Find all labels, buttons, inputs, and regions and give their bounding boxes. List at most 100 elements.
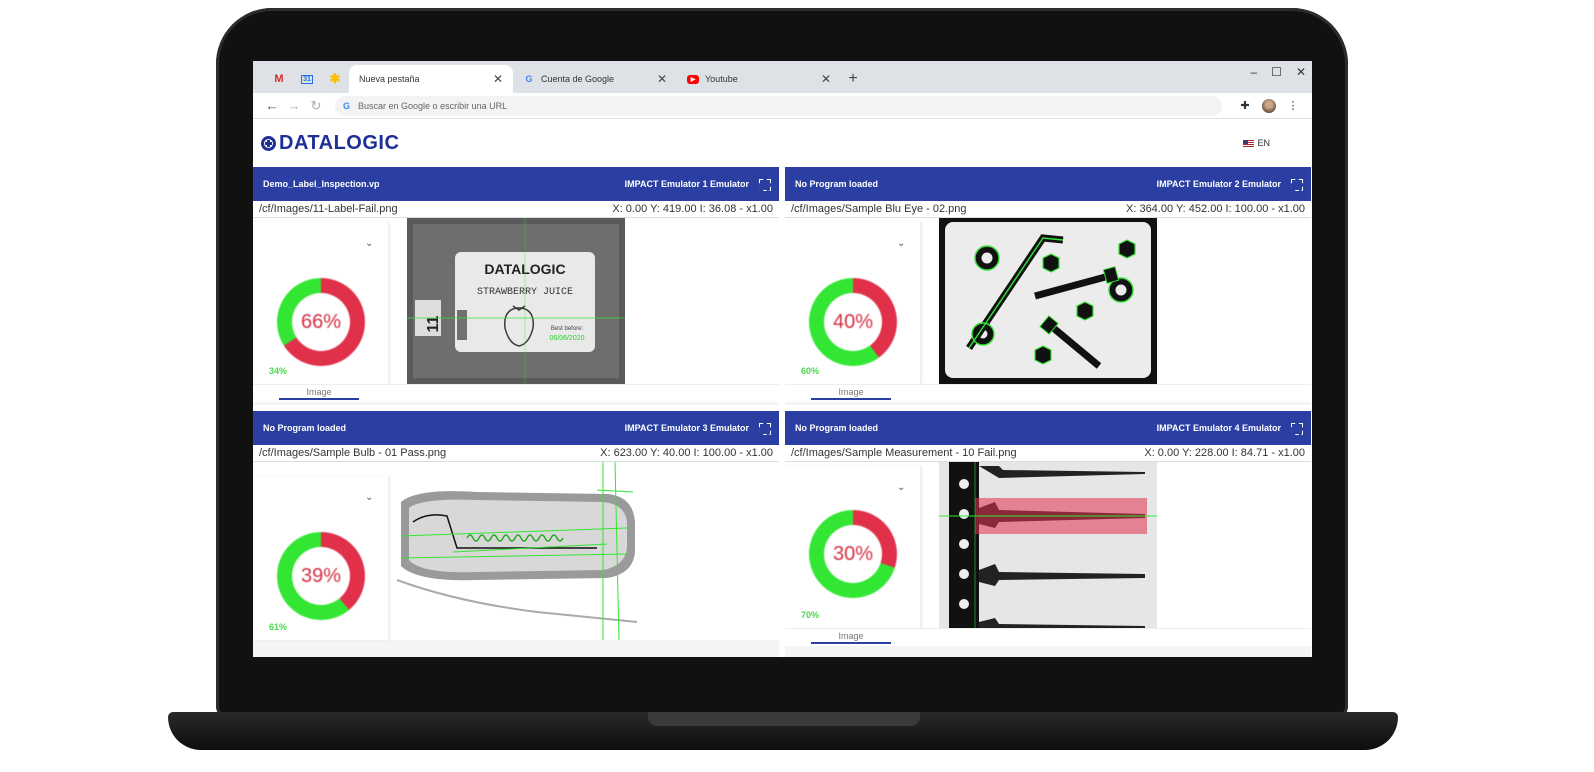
program-name: No Program loaded — [795, 179, 879, 189]
fullscreen-icon[interactable] — [1291, 179, 1301, 189]
profile-avatar[interactable] — [1262, 98, 1276, 113]
inspection-image[interactable] — [939, 462, 1157, 628]
laptop-screen: M 31 ✱ Nueva pestaña ✕ G Cuenta de Googl… — [253, 61, 1312, 657]
address-bar[interactable]: G Buscar en Google o escribir una URL — [335, 95, 1222, 116]
cursor-coords: X: 0.00 Y: 228.00 I: 84.71 - x1.00 — [1144, 447, 1305, 459]
fullscreen-icon[interactable] — [759, 423, 769, 433]
emulator-panel-4: No Program loaded IMPACT Emulator 4 Emul… — [785, 411, 1311, 657]
image-path: /cf/Images/Sample Bulb - 01 Pass.png — [259, 447, 447, 459]
fullscreen-icon[interactable] — [759, 179, 769, 189]
browser-tabbar: M 31 ✱ Nueva pestaña ✕ G Cuenta de Googl… — [253, 61, 1312, 93]
browser-toolbar: ← → ↻ G Buscar en Google o escribir una … — [253, 93, 1312, 119]
statistics-box: ⌄ 40% 60% — [785, 222, 921, 384]
new-tab-button[interactable]: + — [841, 65, 865, 93]
program-name: Demo_Label_Inspection.vp — [263, 179, 380, 189]
label-inspection-image: DATALOGIC STRAWBERRY JUICE Best before: … — [407, 218, 625, 384]
pass-percentage: 70% — [801, 610, 820, 620]
chevron-down-icon[interactable]: ⌄ — [365, 238, 373, 249]
image-path: /cf/Images/11-Label-Fail.png — [259, 203, 398, 215]
image-info-bar: /cf/Images/11-Label-Fail.png X: 0.00 Y: … — [253, 201, 779, 218]
close-icon[interactable]: ✕ — [821, 72, 831, 86]
close-icon[interactable]: ✕ — [657, 72, 667, 86]
language-label: EN — [1257, 138, 1270, 148]
emulator-panel-1: Demo_Label_Inspection.vp IMPACT Emulator… — [253, 167, 779, 405]
emulator-grid: Demo_Label_Inspection.vp IMPACT Emulator… — [253, 167, 1312, 657]
emulator-name: IMPACT Emulator 2 Emulator — [1156, 179, 1281, 189]
forward-icon[interactable]: → — [283, 98, 305, 113]
panel-tab-strip: Image — [253, 384, 779, 402]
photos-pinned-tab[interactable]: ✱ — [321, 65, 349, 93]
panel-body: ⌄ 40% 60% — [785, 218, 1311, 384]
image-path: /cf/Images/Sample Measurement - 10 Fail.… — [791, 447, 1017, 459]
pinwheel-icon: ✱ — [329, 71, 341, 86]
tab-image[interactable]: Image — [811, 631, 891, 644]
us-flag-icon — [1243, 139, 1255, 147]
label-best-before: Best before: — [551, 326, 584, 332]
panel-body: ⌄ 66% 34% DATALOGIC STRAWBERRY JUICE Bes… — [253, 218, 779, 384]
tab-image[interactable]: Image — [279, 387, 359, 400]
app-header: DATALOGIC EN — [253, 119, 1312, 167]
tab-nueva-pestana[interactable]: Nueva pestaña ✕ — [349, 65, 513, 93]
tab-title: Cuenta de Google — [541, 74, 615, 84]
chevron-down-icon[interactable]: ⌄ — [897, 238, 905, 249]
panel-body: ⌄ 30% 70% — [785, 462, 1311, 628]
emulator-name: IMPACT Emulator 1 Emulator — [624, 179, 749, 189]
measurement-inspection-image — [939, 462, 1157, 628]
back-icon[interactable]: ← — [261, 98, 283, 113]
laptop-notch — [648, 712, 920, 726]
fail-percentage: 40% — [824, 293, 882, 351]
tab-title: Youtube — [705, 74, 738, 84]
maximize-icon[interactable]: ☐ — [1271, 65, 1282, 79]
pass-fail-donut: 39% — [277, 532, 365, 620]
program-name: No Program loaded — [263, 423, 347, 433]
gmail-pinned-tab[interactable]: M — [265, 65, 293, 93]
panel-header: No Program loaded IMPACT Emulator 4 Emul… — [785, 411, 1311, 445]
pass-percentage: 34% — [269, 366, 288, 376]
calendar-icon: 31 — [301, 74, 313, 84]
plus-icon: + — [848, 70, 858, 87]
panel-header: No Program loaded IMPACT Emulator 2 Emul… — [785, 167, 1311, 201]
panel-tab-strip: Image — [785, 628, 1311, 646]
bulb-inspection-image — [397, 462, 637, 640]
google-icon: G — [343, 100, 351, 111]
image-path: /cf/Images/Sample Blu Eye - 02.png — [791, 203, 967, 215]
kebab-menu-icon[interactable]: ⋮ — [1282, 99, 1304, 112]
close-icon[interactable]: ✕ — [493, 72, 503, 86]
logo-text: DATALOGIC — [279, 131, 400, 154]
reload-icon[interactable]: ↻ — [305, 98, 327, 114]
tab-cuenta-google[interactable]: G Cuenta de Google ✕ — [513, 65, 677, 93]
inspection-image[interactable] — [397, 462, 637, 640]
image-info-bar: /cf/Images/Sample Blu Eye - 02.png X: 36… — [785, 201, 1311, 218]
statistics-box: ⌄ 30% 70% — [785, 466, 921, 628]
calendar-pinned-tab[interactable]: 31 — [293, 65, 321, 93]
logo-cross-icon — [261, 135, 276, 151]
google-icon: G — [525, 74, 533, 84]
window-controls: – ☐ ✕ — [1250, 65, 1306, 79]
emulator-panel-3: No Program loaded IMPACT Emulator 3 Emul… — [253, 411, 779, 657]
image-info-bar: /cf/Images/Sample Measurement - 10 Fail.… — [785, 445, 1311, 462]
extensions-icon[interactable]: ✚ — [1234, 99, 1256, 112]
tab-image[interactable]: Image — [811, 387, 891, 400]
minimize-icon[interactable]: – — [1250, 65, 1257, 79]
panel-tab-strip: Image — [785, 384, 1311, 402]
panel-header: No Program loaded IMPACT Emulator 3 Emul… — [253, 411, 779, 445]
cursor-coords: X: 623.00 Y: 40.00 I: 100.00 - x1.00 — [600, 447, 773, 459]
parts-inspection-image — [939, 218, 1157, 384]
language-selector[interactable]: EN — [1243, 138, 1270, 148]
youtube-icon: ▶ — [687, 74, 699, 84]
cursor-coords: X: 364.00 Y: 452.00 I: 100.00 - x1.00 — [1126, 203, 1305, 215]
chevron-down-icon[interactable]: ⌄ — [897, 482, 905, 493]
statistics-box: ⌄ 66% 34% — [253, 222, 389, 384]
window-close-icon[interactable]: ✕ — [1296, 65, 1306, 79]
pass-fail-donut: 30% — [809, 510, 897, 598]
datalogic-logo: DATALOGIC — [261, 132, 399, 155]
chevron-down-icon[interactable]: ⌄ — [365, 492, 373, 503]
tab-youtube[interactable]: ▶ Youtube ✕ — [677, 65, 841, 93]
emulator-panel-2: No Program loaded IMPACT Emulator 2 Emul… — [785, 167, 1311, 405]
panel-header: Demo_Label_Inspection.vp IMPACT Emulator… — [253, 167, 779, 201]
pass-fail-donut: 66% — [277, 278, 365, 366]
inspection-image[interactable] — [939, 218, 1157, 384]
inspection-image[interactable]: DATALOGIC STRAWBERRY JUICE Best before: … — [407, 218, 625, 384]
panel-body: ⌄ 39% 61% — [253, 462, 779, 640]
fullscreen-icon[interactable] — [1291, 423, 1301, 433]
